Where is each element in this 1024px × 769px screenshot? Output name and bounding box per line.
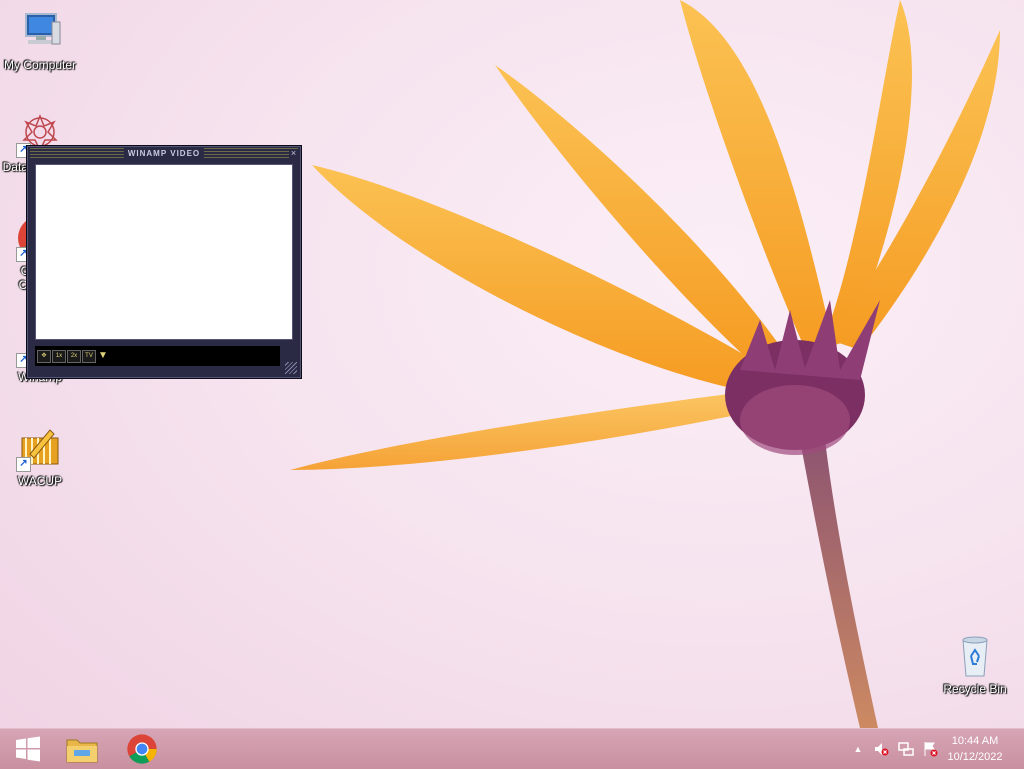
start-icon: [16, 736, 40, 762]
network-icon[interactable]: [898, 741, 914, 757]
taskbar: ▲ 10:44 AM 10/12/2022: [0, 728, 1024, 769]
clock-date: 10/12/2022: [947, 751, 1003, 763]
zoom-2x-icon[interactable]: 2x: [67, 350, 81, 363]
desktop-icon-label: WACUP: [17, 474, 63, 488]
video-display[interactable]: [35, 164, 293, 340]
tv-icon[interactable]: TV: [82, 350, 96, 363]
action-center-icon[interactable]: [922, 741, 938, 757]
clock-time: 10:44 AM: [951, 735, 999, 747]
start-button[interactable]: [0, 729, 56, 769]
desktop-icon-label: Recycle Bin: [943, 682, 1007, 696]
zoom-1x-icon[interactable]: 1x: [52, 350, 66, 363]
chrome-icon: [127, 734, 157, 764]
resize-grip-icon[interactable]: [285, 362, 297, 374]
desktop-icon-wacup[interactable]: ↗ WACUP: [0, 424, 80, 488]
video-controlbar: ✥ 1x 2x TV ▼: [35, 346, 280, 366]
wacup-icon: ↗: [16, 424, 64, 472]
volume-muted-icon[interactable]: [873, 741, 889, 757]
shortcut-arrow-icon: ↗: [16, 457, 31, 472]
file-explorer-icon: [66, 739, 98, 763]
desktop-icon-recycle-bin[interactable]: Recycle Bin: [935, 632, 1015, 696]
winamp-video-titlebar[interactable]: WINAMP VIDEO ×: [30, 148, 298, 160]
winamp-video-window[interactable]: WINAMP VIDEO × ✥ 1x 2x TV ▼: [26, 145, 302, 379]
computer-icon: [16, 8, 64, 56]
fullscreen-icon[interactable]: ✥: [37, 350, 51, 363]
recycle-bin-icon: [951, 632, 999, 680]
show-hidden-icons-icon[interactable]: ▲: [850, 741, 866, 757]
menu-arrow-icon[interactable]: ▼: [97, 350, 109, 361]
taskbar-chrome[interactable]: [114, 729, 170, 769]
close-icon[interactable]: ×: [289, 149, 298, 158]
window-title: WINAMP VIDEO: [123, 148, 205, 160]
desktop-icon-my-computer[interactable]: My Computer: [0, 8, 80, 72]
taskbar-clock[interactable]: 10:44 AM 10/12/2022: [940, 733, 1010, 765]
desktop-icon-label: My Computer: [3, 58, 77, 72]
taskbar-file-explorer[interactable]: [54, 729, 110, 769]
